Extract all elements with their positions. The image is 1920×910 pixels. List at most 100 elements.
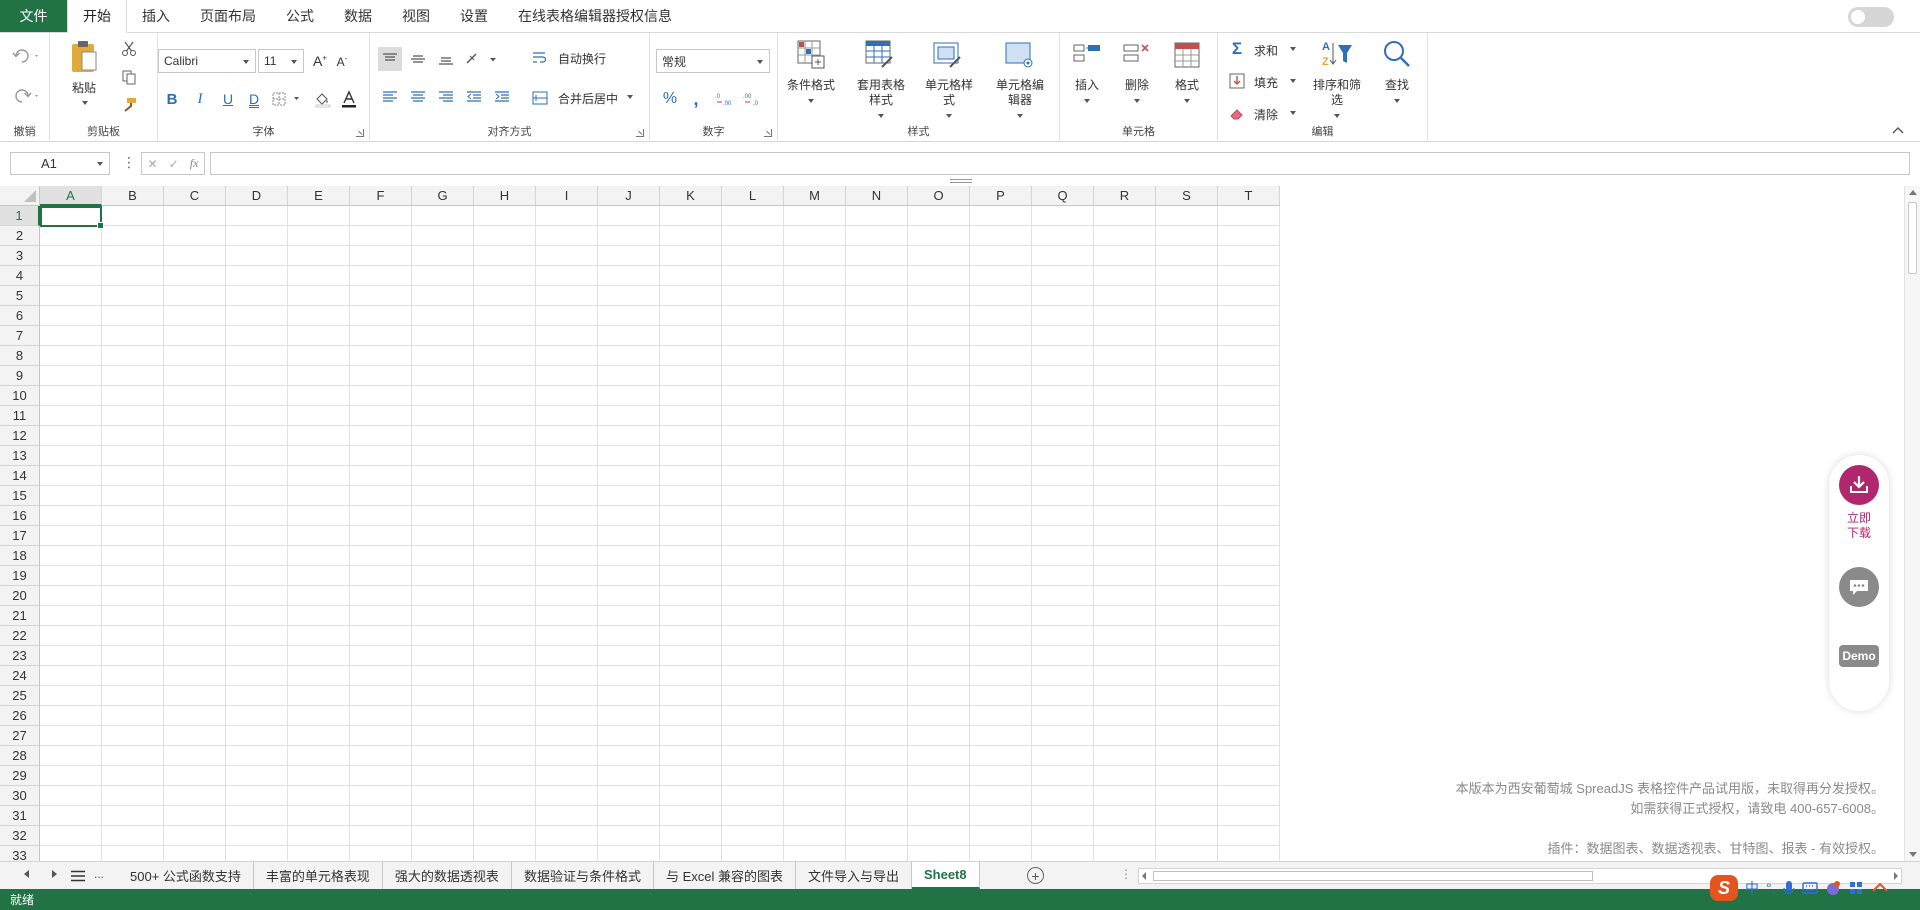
tab-formulas[interactable]: 公式 (271, 0, 329, 32)
row-header[interactable]: 32 (0, 826, 40, 846)
row-header[interactable]: 2 (0, 226, 40, 246)
cancel-icon[interactable]: ✕ (148, 157, 158, 171)
copy-button[interactable] (118, 67, 140, 87)
merge-center-button[interactable]: 合并后居中 (558, 90, 618, 107)
collapse-ribbon-button[interactable] (1890, 123, 1906, 137)
insert-cells-dropdown-icon[interactable] (1084, 99, 1090, 103)
row-header[interactable]: 6 (0, 306, 40, 326)
keyboard-icon[interactable] (1801, 881, 1818, 895)
clear-dropdown-icon[interactable] (1290, 111, 1296, 115)
ime-punct[interactable]: °, (1766, 880, 1776, 896)
column-header[interactable]: S (1156, 186, 1218, 206)
font-size-select[interactable]: 11 (258, 49, 304, 73)
row-header[interactable]: 29 (0, 766, 40, 786)
column-header[interactable]: K (660, 186, 722, 206)
increase-decimal-button[interactable]: .0.00 (714, 89, 736, 109)
sheet-tab[interactable]: 500+ 公式函数支持 (118, 862, 254, 889)
column-header[interactable]: I (536, 186, 598, 206)
fill-icon-button[interactable] (1228, 71, 1246, 91)
increase-indent-button[interactable] (490, 85, 514, 109)
skin-icon[interactable] (1825, 880, 1841, 896)
row-header[interactable]: 1 (0, 206, 40, 226)
scroll-right-icon[interactable] (1894, 872, 1898, 880)
row-header[interactable]: 28 (0, 746, 40, 766)
sheet-tab[interactable]: 强大的数据透视表 (383, 862, 512, 889)
ime-menu-icon[interactable] (1871, 881, 1889, 895)
row-header[interactable]: 8 (0, 346, 40, 366)
row-header[interactable]: 23 (0, 646, 40, 666)
column-header[interactable]: E (288, 186, 350, 206)
orientation-button[interactable] (462, 47, 502, 71)
row-header[interactable]: 7 (0, 326, 40, 346)
font-dialog-launcher[interactable] (356, 129, 364, 137)
row-header[interactable]: 11 (0, 406, 40, 426)
more-sheets-button[interactable]: ... (94, 867, 104, 881)
row-header[interactable]: 26 (0, 706, 40, 726)
undo-button[interactable] (10, 45, 44, 67)
column-header[interactable]: D (226, 186, 288, 206)
file-menu[interactable]: 文件 (0, 0, 67, 32)
column-header[interactable]: O (908, 186, 970, 206)
active-cell[interactable] (40, 206, 104, 229)
sogou-ime-icon[interactable]: S (1710, 875, 1738, 901)
all-sheets-button[interactable] (70, 868, 86, 884)
format-cells-dropdown-icon[interactable] (1184, 99, 1190, 103)
demo-button[interactable]: Demo (1839, 645, 1879, 667)
formula-resize-handle[interactable] (950, 179, 972, 183)
name-box-dropdown-icon[interactable] (97, 162, 103, 166)
table-style-button[interactable] (862, 37, 896, 71)
decrease-font-button[interactable]: A- (332, 51, 352, 71)
cell-area[interactable] (40, 206, 1280, 861)
sheet-tab[interactable]: 数据验证与条件格式 (512, 862, 654, 889)
decrease-indent-button[interactable] (462, 85, 486, 109)
autosum-icon-button[interactable]: Σ (1228, 39, 1246, 59)
row-header[interactable]: 30 (0, 786, 40, 806)
delete-cells-dropdown-icon[interactable] (1134, 99, 1140, 103)
insert-cells-button[interactable] (1070, 39, 1104, 71)
double-underline-button[interactable]: D (244, 89, 264, 109)
find-button[interactable] (1380, 37, 1414, 71)
column-header[interactable]: J (598, 186, 660, 206)
table-style-dropdown-icon[interactable] (878, 114, 884, 118)
cell-style-button[interactable] (930, 37, 964, 71)
row-header[interactable]: 17 (0, 526, 40, 546)
sort-filter-button[interactable]: AZ (1318, 37, 1356, 71)
cut-button[interactable] (118, 39, 140, 59)
next-sheet-icon[interactable] (52, 870, 57, 878)
horizontal-scroll-thumb[interactable] (1153, 871, 1593, 881)
sort-filter-dropdown-icon[interactable] (1334, 114, 1340, 118)
row-header[interactable]: 18 (0, 546, 40, 566)
column-header[interactable]: G (412, 186, 474, 206)
format-cells-button[interactable] (1170, 39, 1204, 71)
align-middle-button[interactable] (406, 47, 430, 71)
sheet-tab[interactable]: 丰富的单元格表现 (254, 862, 383, 889)
toolbox-icon[interactable] (1848, 880, 1864, 896)
number-dialog-launcher[interactable] (764, 129, 772, 137)
redo-button[interactable] (10, 85, 44, 107)
italic-button[interactable]: I (190, 89, 210, 109)
name-box[interactable]: A1 (10, 152, 110, 175)
row-header[interactable]: 15 (0, 486, 40, 506)
row-header[interactable]: 5 (0, 286, 40, 306)
add-sheet-button[interactable]: + (1027, 867, 1044, 884)
column-header[interactable]: H (474, 186, 536, 206)
formula-input[interactable] (210, 152, 1910, 175)
more-vertical-icon[interactable]: ⋮ (122, 154, 136, 171)
column-header[interactable]: F (350, 186, 412, 206)
row-header[interactable]: 22 (0, 626, 40, 646)
sheet-tab[interactable]: Sheet8 (911, 862, 980, 889)
bold-button[interactable]: B (162, 89, 182, 109)
paste-button[interactable] (66, 37, 102, 77)
sheet-tab[interactable]: 与 Excel 兼容的图表 (654, 862, 796, 889)
tab-home[interactable]: 开始 (67, 0, 127, 33)
conditional-format-button[interactable] (794, 37, 828, 71)
cell-editor-dropdown-icon[interactable] (1017, 114, 1023, 118)
align-center-button[interactable] (406, 85, 430, 109)
column-header[interactable]: C (164, 186, 226, 206)
row-header[interactable]: 31 (0, 806, 40, 826)
ime-lang[interactable]: 中 (1745, 878, 1759, 898)
column-header[interactable]: T (1218, 186, 1280, 206)
fill-dropdown-icon[interactable] (1290, 79, 1296, 83)
alignment-dialog-launcher[interactable] (636, 129, 644, 137)
row-header[interactable]: 12 (0, 426, 40, 446)
